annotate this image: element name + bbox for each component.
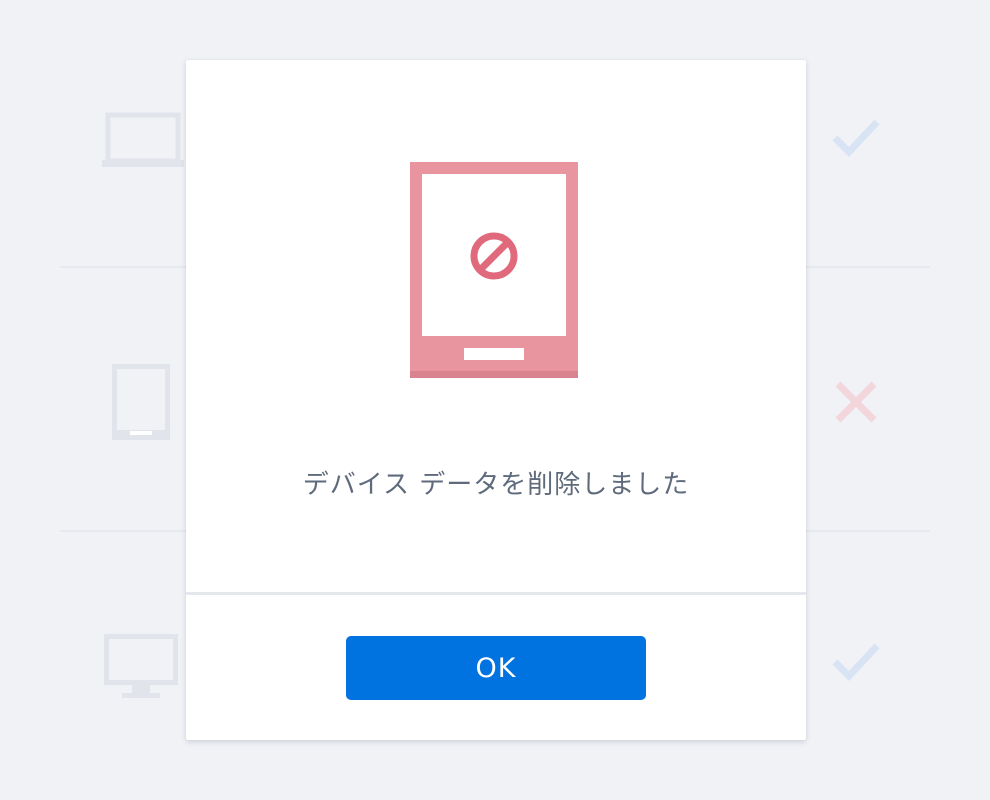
ok-button[interactable]: OK xyxy=(346,636,646,700)
dialog-message: デバイス データを削除しました xyxy=(302,470,690,500)
desktop-monitor-icon xyxy=(104,634,178,704)
checkmark-icon xyxy=(832,118,880,162)
confirmation-dialog: デバイス データを削除しました OK xyxy=(186,60,806,740)
screen: デバイス データを削除しました OK xyxy=(0,0,990,800)
x-mark-icon xyxy=(834,380,878,428)
tablet-icon xyxy=(112,364,170,444)
dialog-divider xyxy=(186,592,806,595)
laptop-icon xyxy=(102,112,184,174)
checkmark-icon xyxy=(832,642,880,686)
tablet-blocked-icon xyxy=(410,162,578,378)
